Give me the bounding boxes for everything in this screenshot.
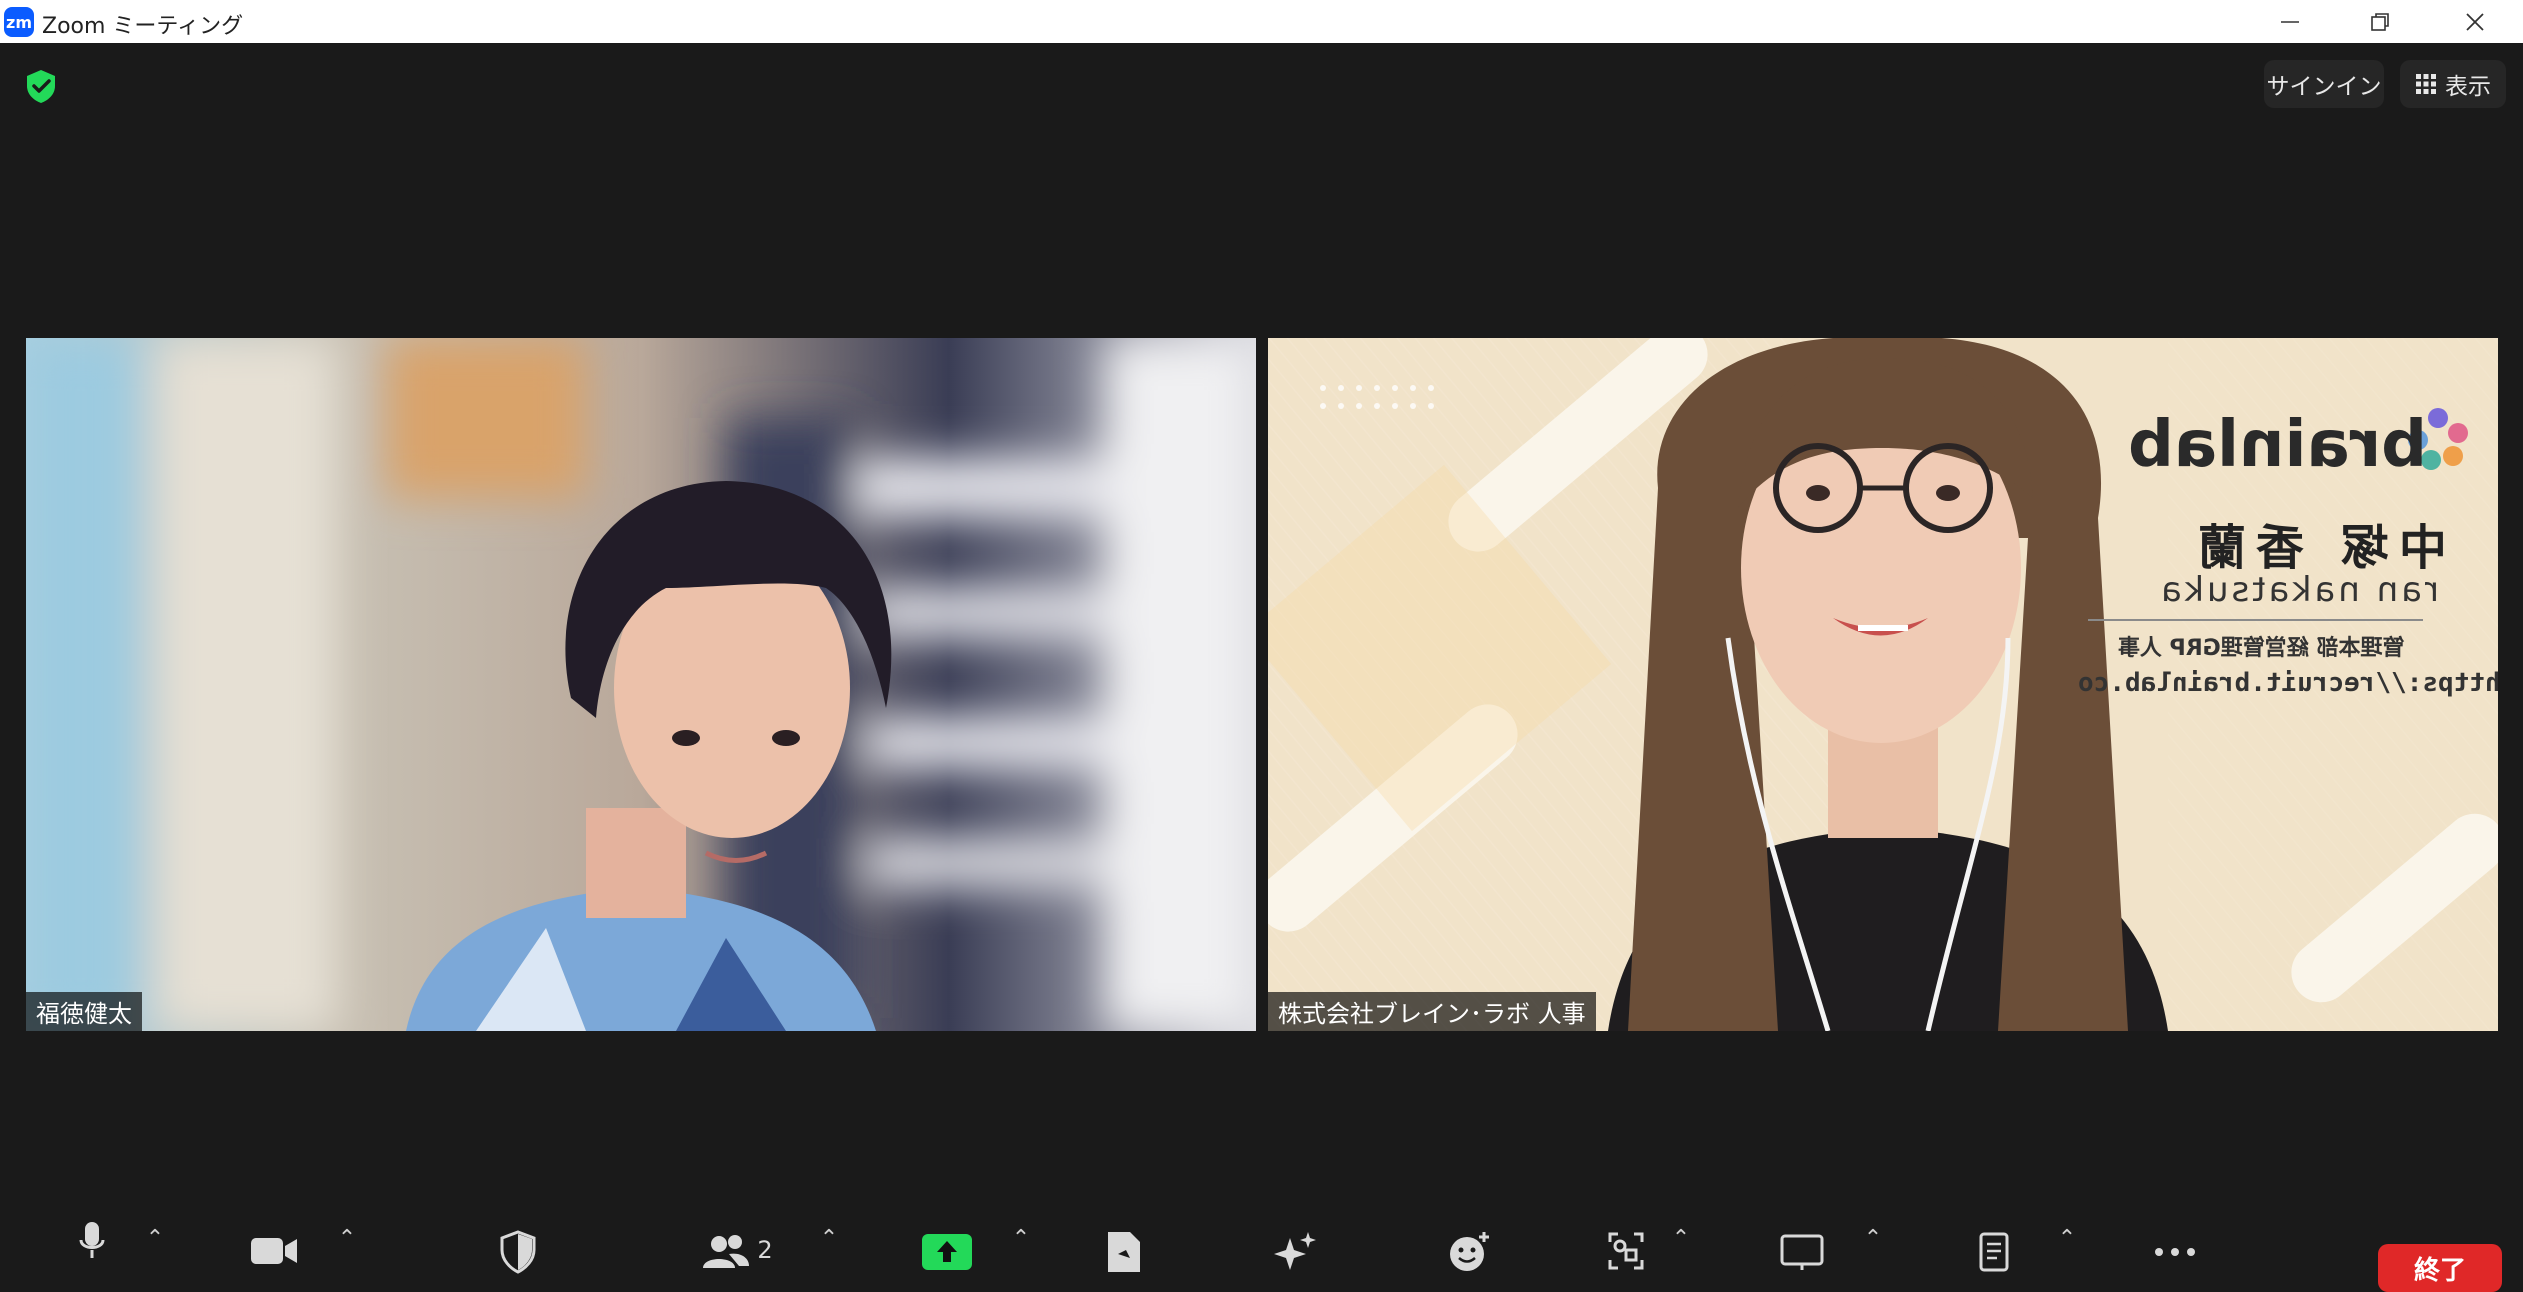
signin-button[interactable]: サインイン <box>2264 60 2384 108</box>
end-meeting-button[interactable]: 終了 <box>2378 1244 2502 1292</box>
video-tile-1[interactable]: 福徳健太 <box>26 338 1256 1031</box>
participant-name-label: 株式会社ブレイン･ラボ 人事 <box>1268 992 1596 1031</box>
view-label: 表示 <box>2445 74 2491 100</box>
whiteboard-button[interactable] <box>1780 1218 1824 1280</box>
participant-video-1 <box>26 338 1256 1031</box>
participants-button[interactable]: 2 <box>697 1218 777 1280</box>
notes-icon <box>1979 1232 2009 1272</box>
whiteboard-options-chevron-icon[interactable]: ⌃ <box>1858 1218 1888 1258</box>
apps-icon <box>1608 1232 1644 1270</box>
participants-options-chevron-icon[interactable]: ⌃ <box>814 1218 844 1258</box>
share-screen-button[interactable] <box>922 1218 972 1280</box>
encryption-shield-icon[interactable] <box>22 67 60 105</box>
security-button[interactable] <box>496 1218 540 1280</box>
apps-options-chevron-icon[interactable]: ⌃ <box>1666 1218 1696 1258</box>
video-button[interactable] <box>248 1218 300 1280</box>
apps-button[interactable] <box>1606 1218 1646 1280</box>
signin-label: サインイン <box>2266 74 2382 100</box>
audio-options-chevron-icon[interactable]: ⌃ <box>140 1218 170 1258</box>
restore-icon <box>2371 12 2389 31</box>
camera-icon <box>251 1238 297 1264</box>
participants-count: 2 <box>757 1236 773 1264</box>
card-department: 管理本部 経営管理GRP 人事 <box>2118 636 2405 661</box>
security-shield-icon <box>500 1230 536 1274</box>
zoom-logo-icon: zm <box>4 7 34 37</box>
more-button[interactable] <box>2150 1218 2200 1280</box>
share-options-chevron-icon[interactable]: ⌃ <box>1006 1218 1036 1258</box>
microphone-icon <box>79 1222 105 1258</box>
participant-name: 福徳健太 <box>36 1000 132 1028</box>
reactions-button[interactable] <box>1448 1218 1492 1280</box>
docs-button[interactable] <box>1102 1218 1146 1280</box>
participants-icon <box>703 1235 750 1268</box>
minimize-button[interactable] <box>2245 0 2335 43</box>
close-button[interactable] <box>2430 0 2520 43</box>
meeting-toolbar: ⌃ ⌃ 2 ⌃ ⌃ ⌃ ⌃ ⌃ <box>0 1218 2523 1280</box>
minimize-icon <box>2281 20 2299 23</box>
grid-icon <box>2416 74 2436 94</box>
card-name-jp: 中塚 香蘭 <box>2188 520 2447 576</box>
notes-options-chevron-icon[interactable]: ⌃ <box>2052 1218 2082 1258</box>
card-url: https://recruit.brainlab.co <box>2078 668 2498 698</box>
notes-button[interactable] <box>1975 1218 2015 1280</box>
close-icon <box>2466 12 2484 31</box>
card-name-en: ran nakatsuka <box>2158 570 2440 610</box>
window-title: Zoom ミーティング <box>42 14 244 39</box>
restore-button[interactable] <box>2335 0 2425 43</box>
whiteboard-icon <box>1780 1234 1824 1270</box>
participant-name: 株式会社ブレイン･ラボ 人事 <box>1278 1000 1586 1028</box>
end-label: 終了 <box>2413 1256 2466 1286</box>
title-bar: zm Zoom ミーティング <box>0 0 2523 43</box>
emoji-add-icon <box>1450 1232 1489 1271</box>
video-options-chevron-icon[interactable]: ⌃ <box>332 1218 362 1258</box>
more-dots-icon <box>2155 1248 2195 1256</box>
sparkle-icon <box>1274 1232 1316 1270</box>
view-button[interactable]: 表示 <box>2400 60 2506 108</box>
mute-button[interactable] <box>70 1218 114 1280</box>
card-brand: brainlab <box>2128 408 2427 482</box>
share-screen-icon <box>922 1234 972 1270</box>
video-tile-2[interactable]: brainlab 中塚 香蘭 ran nakatsuka 管理本部 経営管理GR… <box>1268 338 2498 1031</box>
ai-companion-button[interactable] <box>1270 1218 1320 1280</box>
document-icon <box>1108 1232 1140 1272</box>
participant-name-label: 福徳健太 <box>26 992 142 1031</box>
